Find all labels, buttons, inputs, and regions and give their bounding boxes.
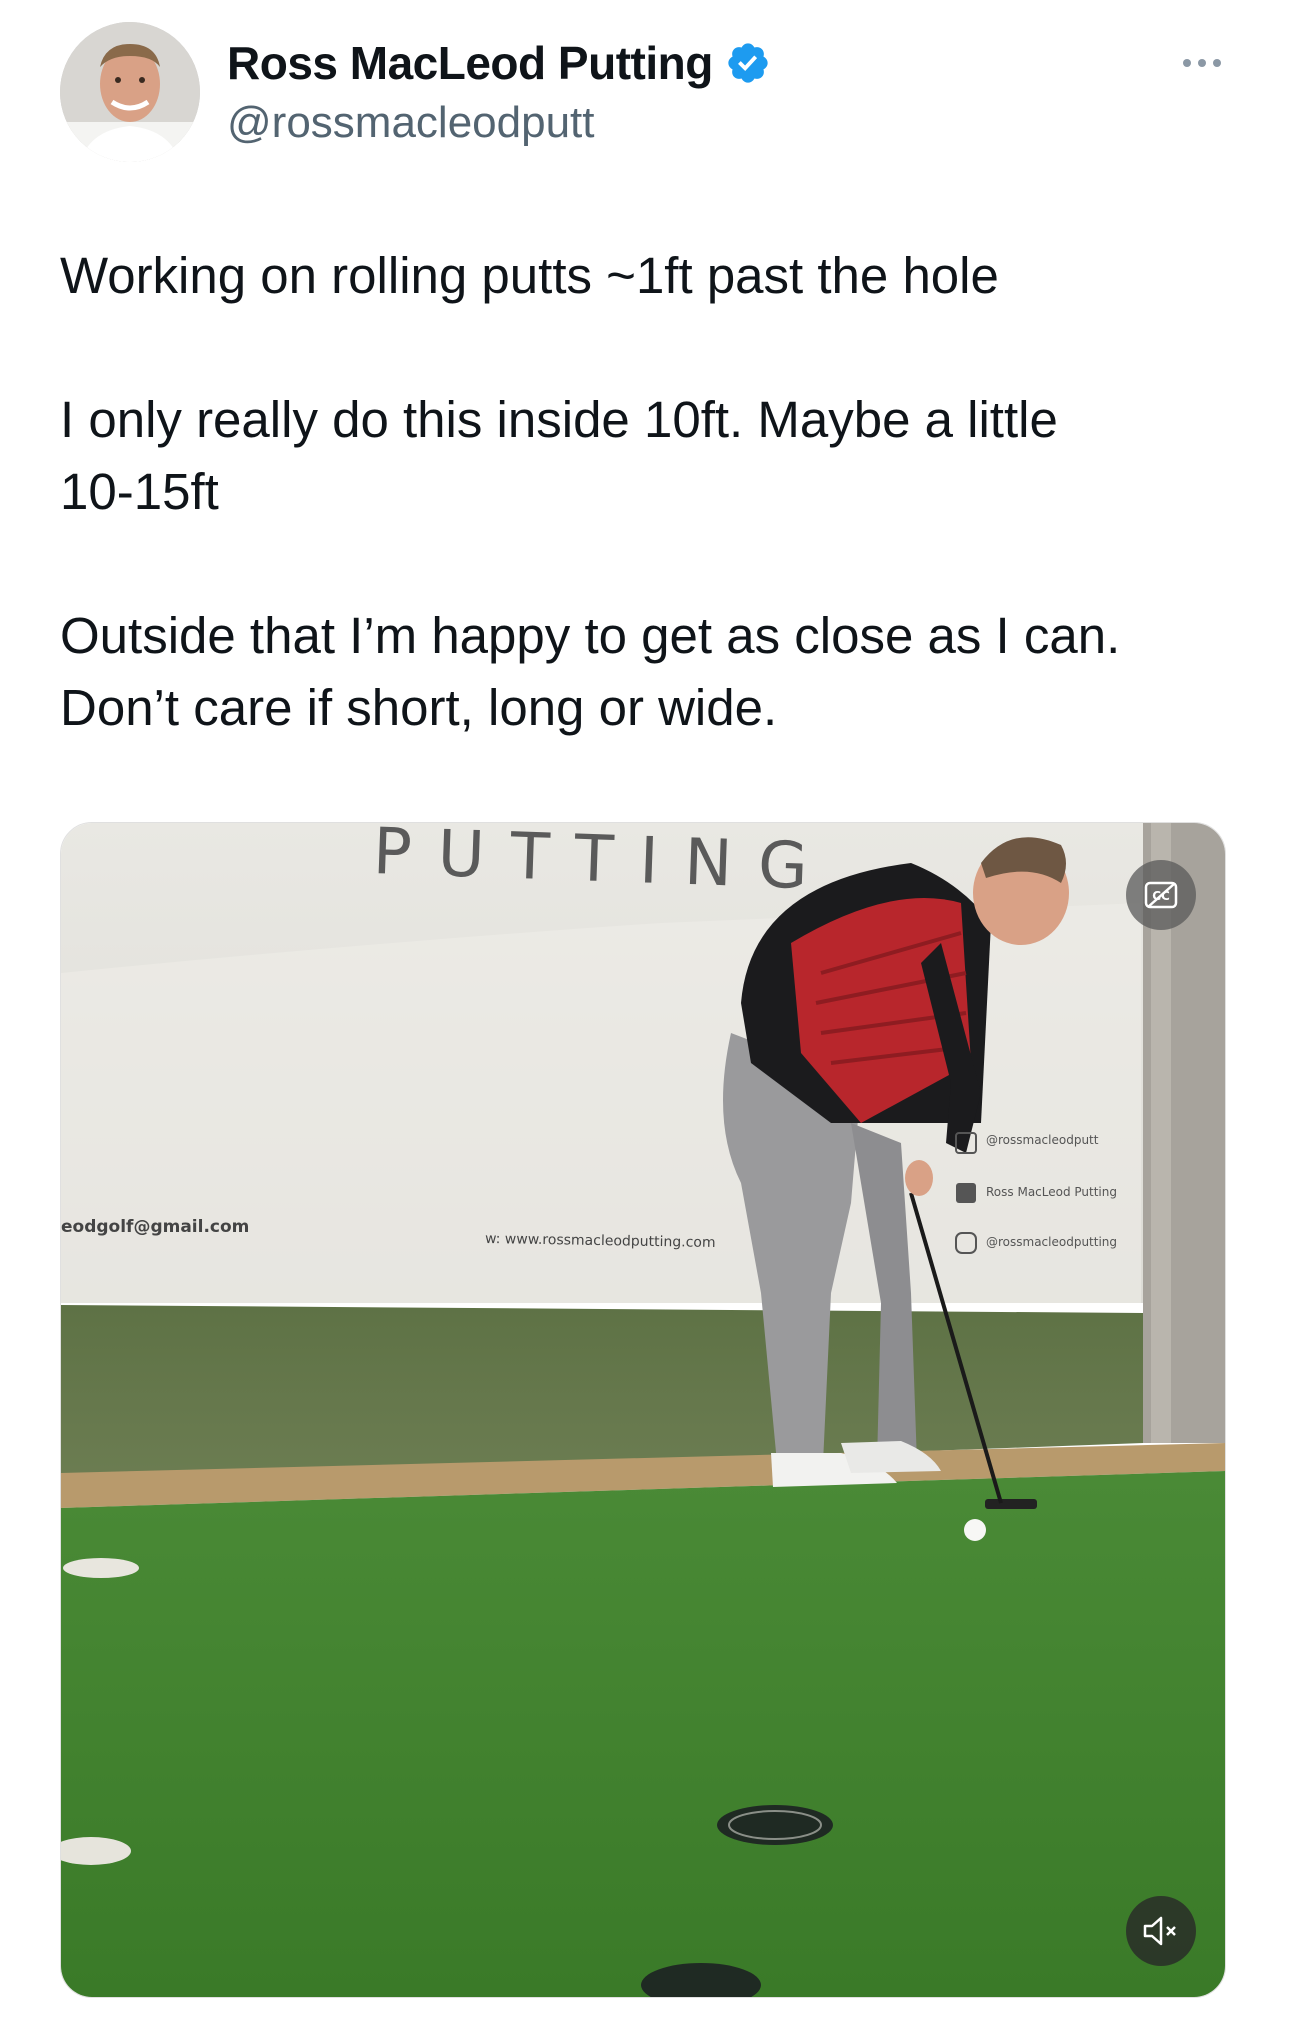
muted-speaker-icon xyxy=(1143,1916,1176,1946)
more-dot-icon xyxy=(1213,59,1221,67)
banner-email: eodgolf@gmail.com xyxy=(61,1217,250,1237)
mute-button[interactable] xyxy=(1126,1896,1196,1966)
more-options-button[interactable] xyxy=(1172,48,1232,78)
more-dot-icon xyxy=(1183,59,1191,67)
video-frame xyxy=(61,823,1225,1997)
author-display-name[interactable]: Ross MacLeod Putting xyxy=(227,36,713,90)
author-handle[interactable]: @rossmacleodputt xyxy=(227,98,595,148)
verified-badge-icon xyxy=(728,43,768,83)
avatar-photo xyxy=(60,22,200,162)
cc-icon: CC xyxy=(1144,881,1178,909)
avatar[interactable] xyxy=(60,22,200,162)
banner-social-instagram: @rossmacleodputting xyxy=(986,1235,1118,1249)
banner-social-twitter: @rossmacleodputt xyxy=(986,1133,1099,1147)
more-dot-icon xyxy=(1198,59,1206,67)
captions-button[interactable]: CC xyxy=(1126,860,1196,930)
tweet-video[interactable]: PUTTING eodgolf@gmail.com w: www.rossmac… xyxy=(60,822,1226,1998)
banner-social-facebook: Ross MacLeod Putting xyxy=(986,1185,1117,1199)
tweet-text: Working on rolling putts ~1ft past the h… xyxy=(60,247,1121,736)
